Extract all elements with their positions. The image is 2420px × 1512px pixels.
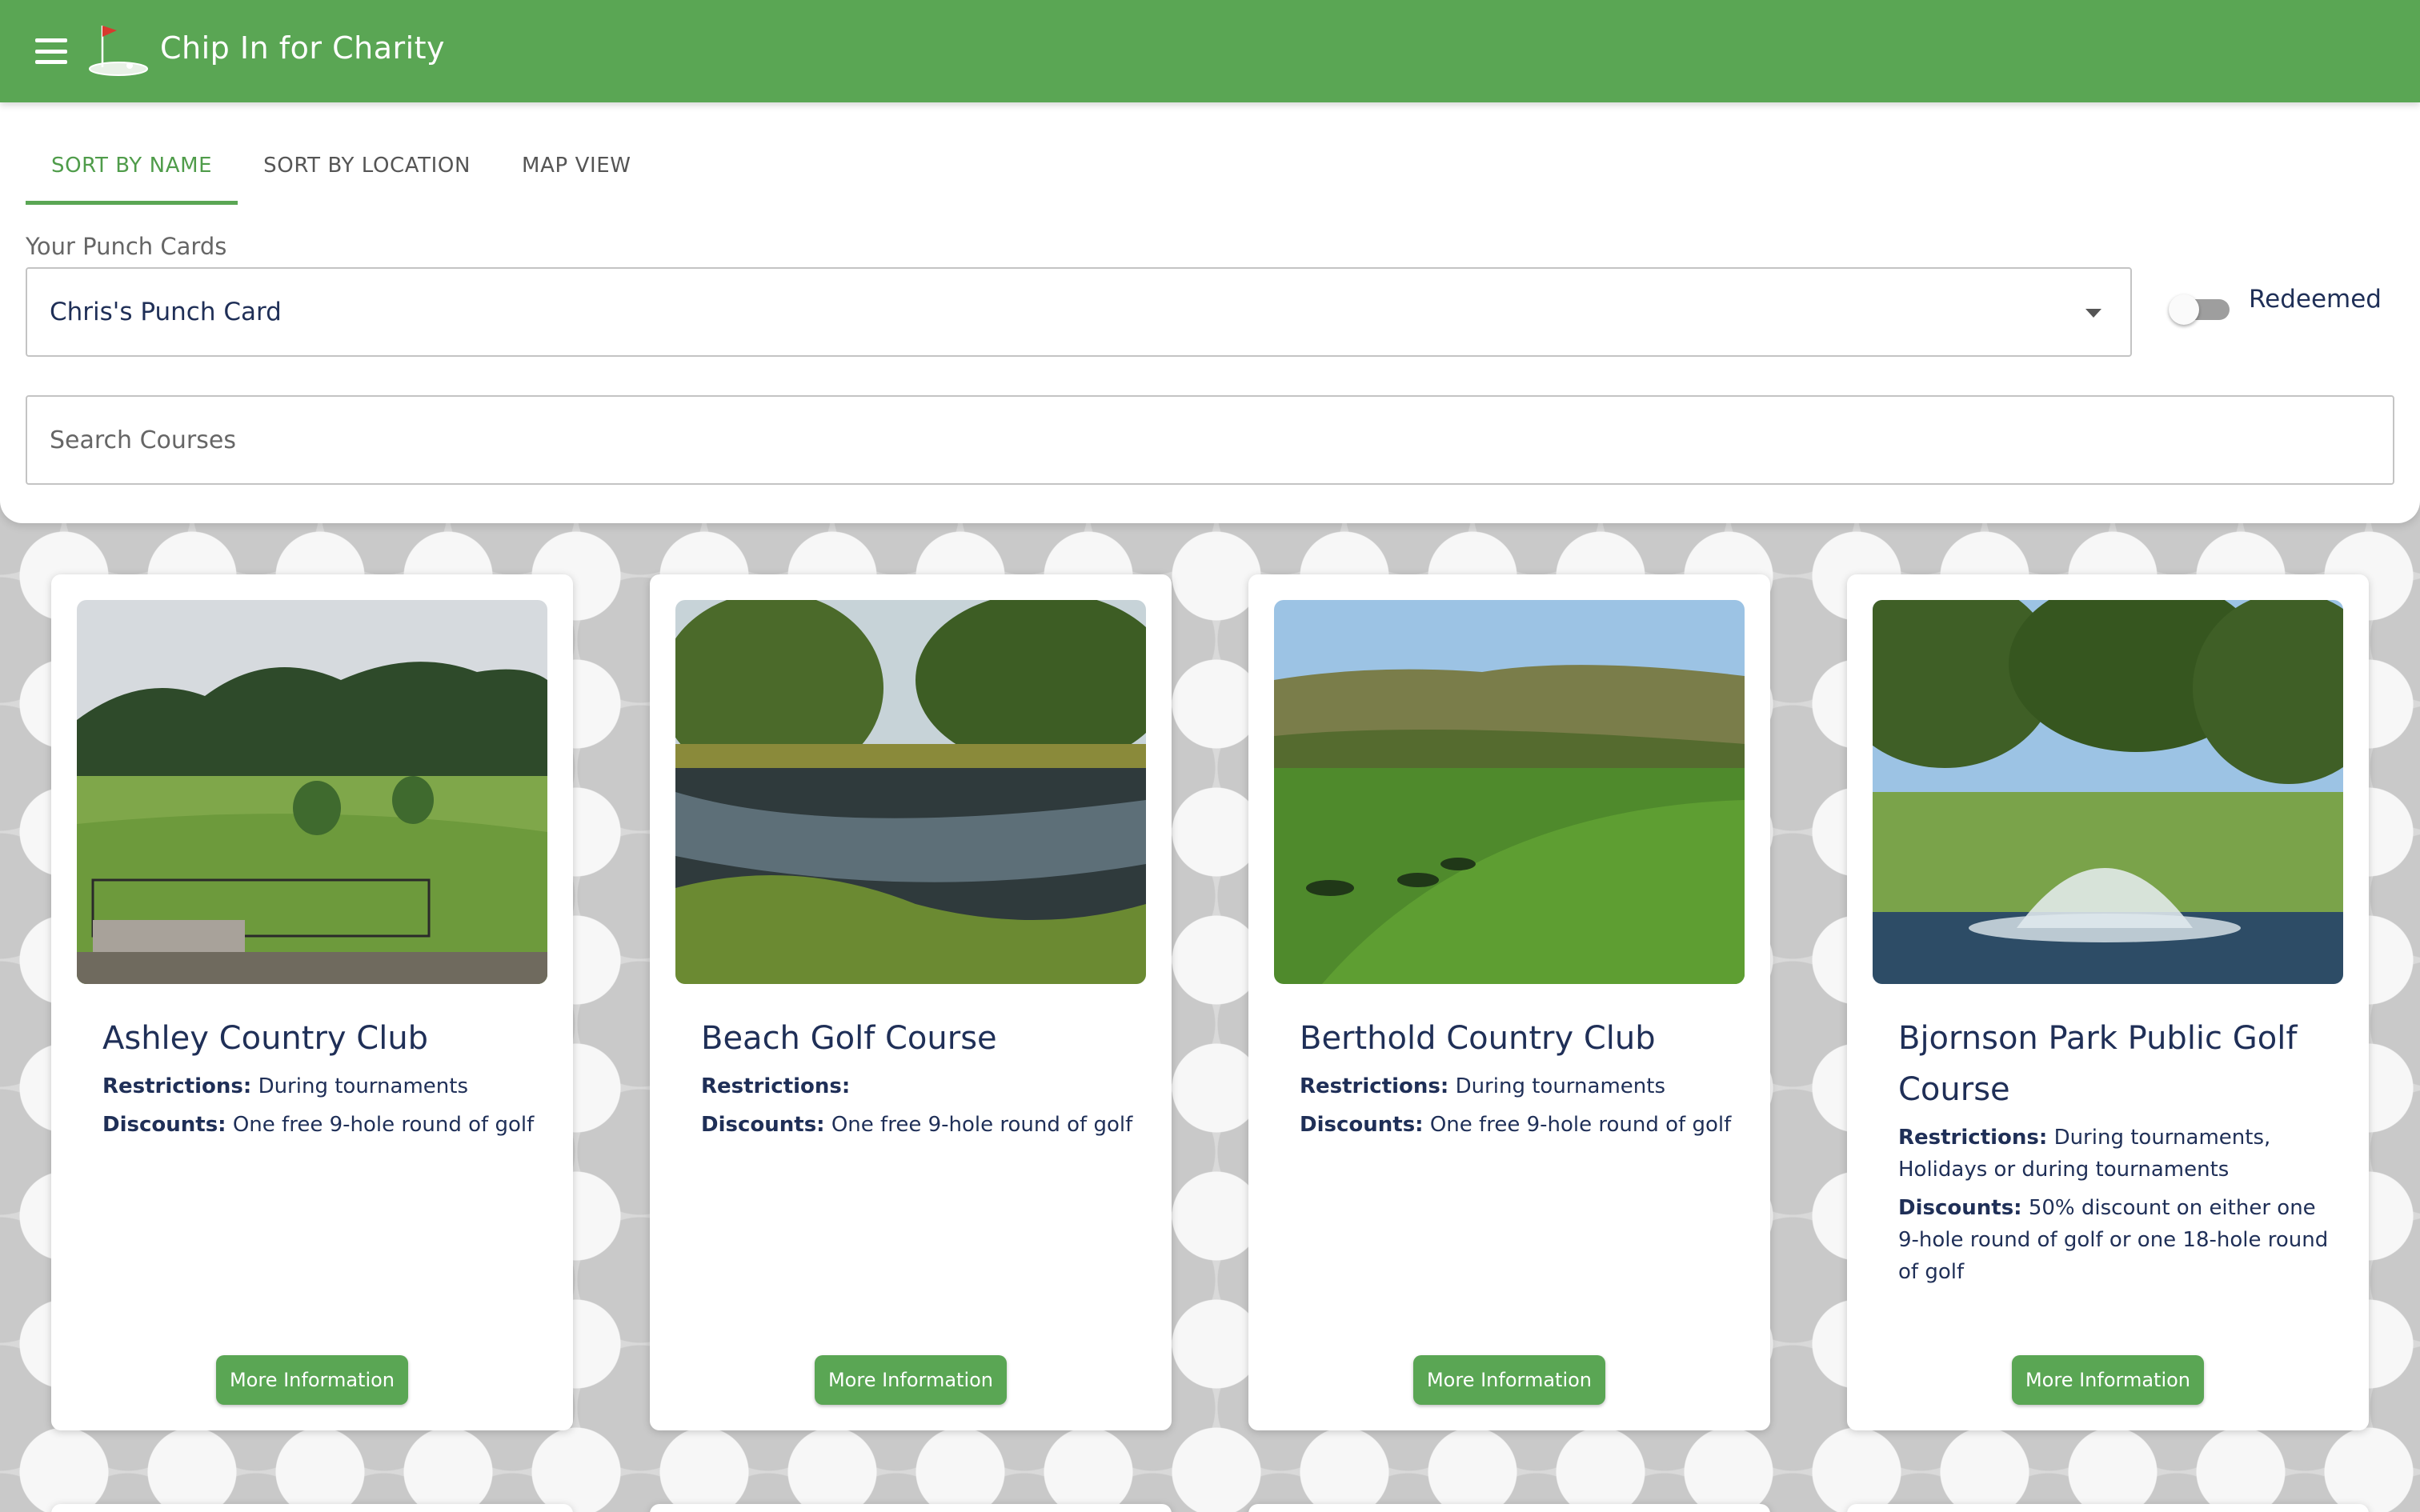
search-courses-input[interactable] xyxy=(26,395,2394,485)
tab-map-view[interactable]: MAP VIEW xyxy=(496,141,657,205)
menu-icon-line xyxy=(35,49,67,54)
course-name: Ashley Country Club xyxy=(102,1020,429,1057)
restrictions-label: Restrictions: xyxy=(1898,1126,2048,1150)
course-name: Bjornson Park Public Golf Course xyxy=(1898,1020,2298,1108)
course-card: Berthold Country Club Restrictions: Duri… xyxy=(1248,574,1770,1430)
course-card-peek xyxy=(1847,1504,2369,1512)
course-card: Ashley Country Club Restrictions: During… xyxy=(51,574,573,1430)
course-name: Berthold Country Club xyxy=(1300,1020,1656,1057)
tab-sort-by-location[interactable]: SORT BY LOCATION xyxy=(238,141,496,205)
toggle-thumb[interactable] xyxy=(2169,294,2199,325)
tab-sort-by-name[interactable]: SORT BY NAME xyxy=(26,141,238,205)
restrictions-value: During tournaments xyxy=(258,1074,468,1098)
course-card-peek xyxy=(51,1504,573,1512)
sort-tabs: SORT BY NAME SORT BY LOCATION MAP VIEW xyxy=(26,141,657,205)
restrictions-label: Restrictions: xyxy=(701,1074,851,1098)
app-bar: Chip In for Charity xyxy=(0,0,2420,102)
menu-icon-line xyxy=(35,60,67,64)
restrictions-value: During tournaments xyxy=(1455,1074,1665,1098)
menu-icon[interactable] xyxy=(35,38,67,64)
course-details: Restrictions: Discounts: One free 9-hole… xyxy=(701,1070,1133,1147)
course-image xyxy=(77,600,547,984)
more-information-button[interactable]: More Information xyxy=(2012,1355,2204,1405)
punch-card-selected-value: Chris's Punch Card xyxy=(50,298,282,326)
course-details: Restrictions: During tournaments, Holida… xyxy=(1898,1122,2330,1294)
more-information-button[interactable]: More Information xyxy=(1413,1355,1605,1405)
chevron-down-icon xyxy=(2085,309,2101,318)
more-information-button[interactable]: More Information xyxy=(815,1355,1007,1405)
course-card-peek xyxy=(650,1504,1172,1512)
discounts-value: One free 9-hole round of golf xyxy=(1429,1113,1732,1137)
discounts-value: One free 9-hole round of golf xyxy=(831,1113,1133,1137)
discounts-label: Discounts: xyxy=(701,1113,825,1137)
course-card: Beach Golf Course Restrictions: Discount… xyxy=(650,574,1172,1430)
discounts-label: Discounts: xyxy=(1898,1196,2022,1220)
course-details: Restrictions: During tournaments Discoun… xyxy=(102,1070,535,1147)
more-information-button[interactable]: More Information xyxy=(216,1355,408,1405)
redeemed-toggle[interactable] xyxy=(2169,286,2234,331)
course-image xyxy=(1274,600,1745,984)
discounts-label: Discounts: xyxy=(1300,1113,1424,1137)
discounts-value: One free 9-hole round of golf xyxy=(232,1113,535,1137)
punch-cards-label: Your Punch Cards xyxy=(26,233,227,260)
course-details: Restrictions: During tournaments Discoun… xyxy=(1300,1070,1732,1147)
course-image xyxy=(1873,600,2343,984)
restrictions-label: Restrictions: xyxy=(1300,1074,1449,1098)
filter-panel: SORT BY NAME SORT BY LOCATION MAP VIEW Y… xyxy=(0,102,2420,523)
punch-card-select[interactable]: Chris's Punch Card xyxy=(26,267,2132,357)
golf-flag-logo[interactable] xyxy=(83,21,150,78)
course-card: Bjornson Park Public Golf Course Restric… xyxy=(1847,574,2369,1430)
app-title: Chip In for Charity xyxy=(160,30,446,66)
menu-icon-line xyxy=(35,38,67,42)
course-card-peek xyxy=(1248,1504,1770,1512)
course-image xyxy=(675,600,1146,984)
redeemed-label: Redeemed xyxy=(2249,285,2382,314)
restrictions-label: Restrictions: xyxy=(102,1074,252,1098)
course-name: Beach Golf Course xyxy=(701,1020,997,1057)
discounts-label: Discounts: xyxy=(102,1113,226,1137)
